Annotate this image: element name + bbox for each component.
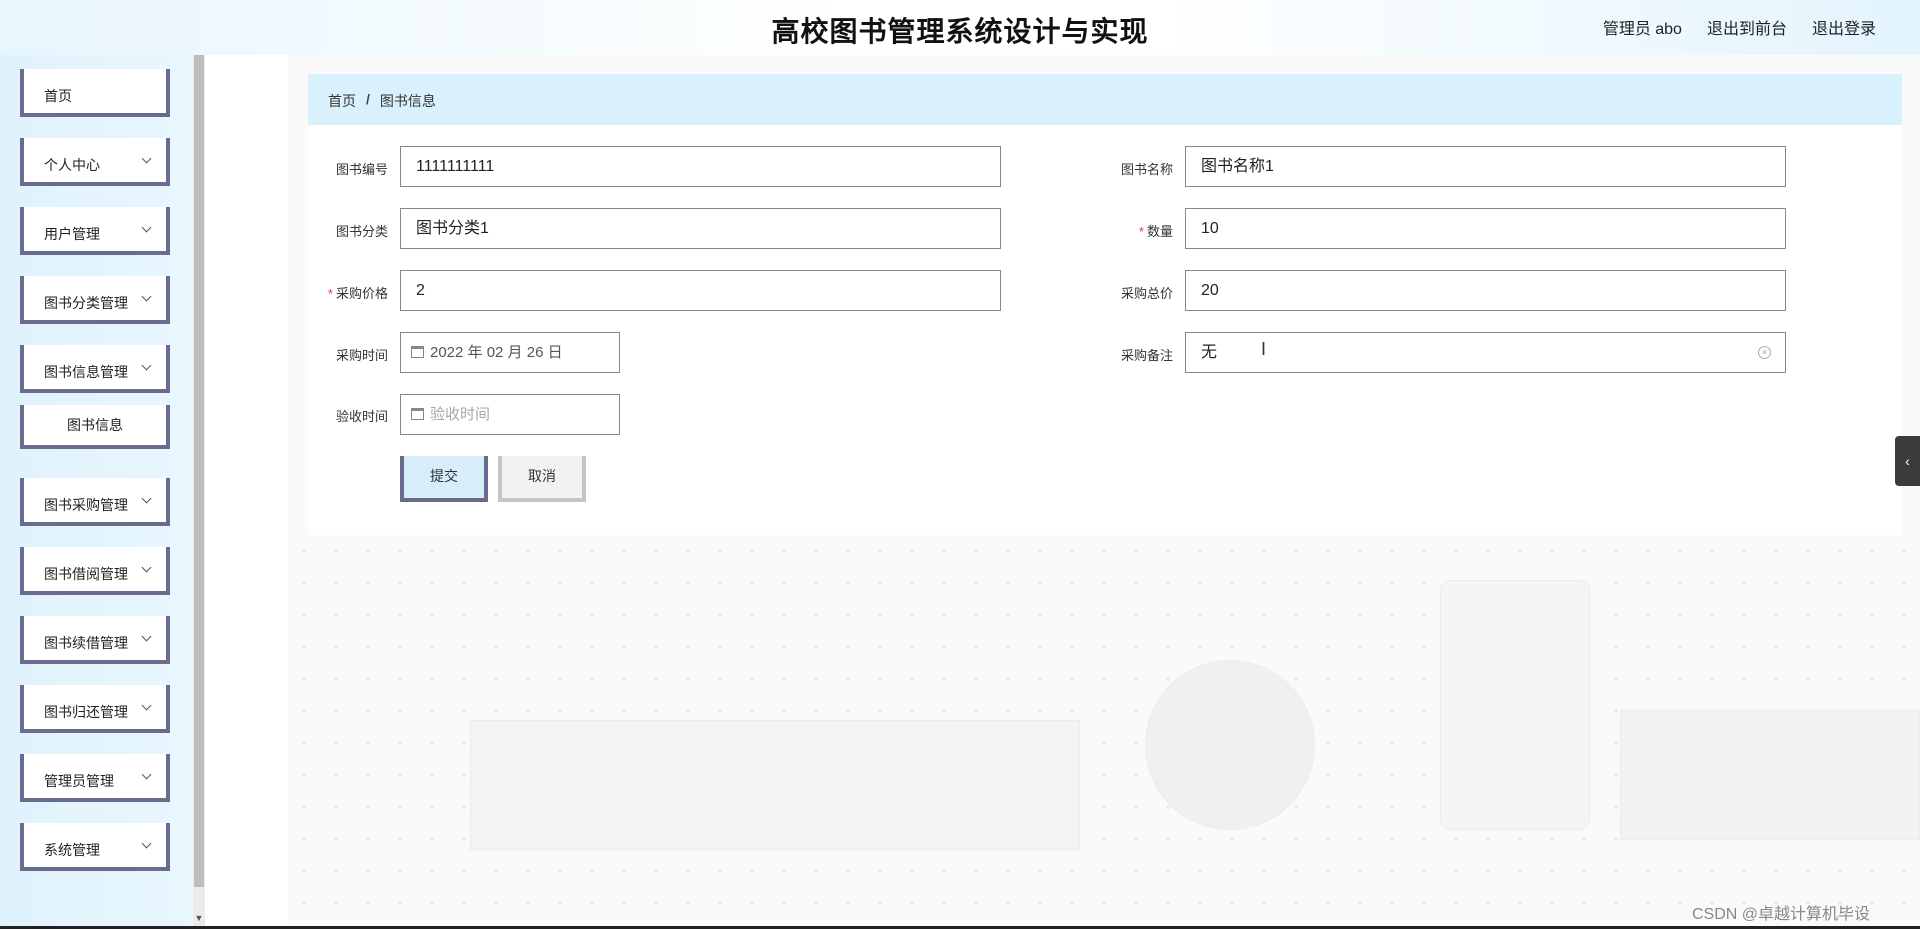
- top-header: 高校图书管理系统设计与实现 管理员 abo 退出到前台 退出登录: [0, 0, 1920, 55]
- sidebar-item-label: 用户管理: [44, 226, 100, 242]
- book-name-input[interactable]: 图书名称1: [1185, 146, 1786, 187]
- cancel-button[interactable]: 取消: [498, 456, 586, 502]
- remark-input[interactable]: 无 ×: [1185, 332, 1786, 373]
- remark-value: 无: [1201, 344, 1218, 361]
- required-mark: *: [1138, 224, 1144, 239]
- quantity-label-text: 数量: [1146, 224, 1173, 239]
- decorative-box-shape: [470, 720, 1080, 850]
- sidebar-item-renew-management[interactable]: 图书续借管理: [20, 616, 170, 664]
- sidebar-item-purchase-management[interactable]: 图书采购管理: [20, 478, 170, 526]
- watermark: CSDN @卓越计算机毕设: [1692, 906, 1871, 923]
- book-name-label: 图书名称: [1120, 162, 1173, 177]
- breadcrumb-home[interactable]: 首页: [328, 91, 356, 111]
- sidebar-item-label: 图书采购管理: [44, 497, 128, 513]
- category-input[interactable]: 图书分类1: [400, 208, 1001, 249]
- price-input[interactable]: 2: [400, 270, 1001, 311]
- purchase-time-picker[interactable]: 2022 年 02 月 26 日: [400, 332, 620, 373]
- sidebar-item-label: 图书分类管理: [44, 295, 128, 311]
- accept-time-label: 验收时间: [335, 409, 388, 424]
- exit-to-front-link[interactable]: 退出到前台: [1707, 15, 1787, 39]
- sidebar-item-label: 首页: [44, 88, 72, 104]
- sidebar-subitem-book-info[interactable]: 图书信息: [20, 405, 170, 449]
- clear-icon[interactable]: ×: [1758, 346, 1771, 359]
- accept-time-picker[interactable]: 验收时间: [400, 394, 620, 435]
- total-label: 采购总价: [1120, 286, 1173, 301]
- chevron-down-icon: [141, 838, 152, 849]
- sidebar-item-label: 图书信息管理: [44, 364, 128, 380]
- sidebar-item-return-management[interactable]: 图书归还管理: [20, 685, 170, 733]
- sidebar-item-label: 个人中心: [44, 157, 100, 173]
- decorative-book-shape: [1620, 710, 1920, 840]
- chevron-down-icon: [141, 562, 152, 573]
- price-label-text: 采购价格: [335, 286, 388, 301]
- sidebar-item-label: 图书借阅管理: [44, 566, 128, 582]
- breadcrumb: 首页 / 图书信息: [308, 74, 1902, 125]
- purchase-time-value: 2022 年 02 月 26 日: [430, 344, 563, 361]
- chevron-down-icon: [141, 700, 152, 711]
- total-input[interactable]: 20: [1185, 270, 1786, 311]
- sidebar-item-category-management[interactable]: 图书分类管理: [20, 276, 170, 324]
- sidebar-item-book-info-management[interactable]: 图书信息管理: [20, 345, 170, 393]
- sidebar-item-personal-center[interactable]: 个人中心: [20, 138, 170, 186]
- chevron-down-icon: [141, 769, 152, 780]
- text-cursor-icon: I: [1261, 339, 1267, 359]
- accept-time-placeholder: 验收时间: [430, 406, 491, 423]
- quantity-input[interactable]: 10: [1185, 208, 1786, 249]
- sidebar-item-system-management[interactable]: 系统管理: [20, 823, 170, 871]
- submit-button[interactable]: 提交: [400, 456, 488, 502]
- sidebar-item-label: 图书归还管理: [44, 704, 128, 720]
- price-label: * 采购价格: [298, 283, 388, 302]
- breadcrumb-current: 图书信息: [379, 93, 436, 109]
- header-nav: 管理员 abo 退出到前台 退出登录: [1603, 15, 1876, 39]
- chevron-down-icon: [141, 291, 152, 302]
- category-label: 图书分类: [335, 224, 388, 239]
- sidebar-item-user-management[interactable]: 用户管理: [20, 207, 170, 255]
- sidebar-item-label: 管理员管理: [44, 773, 114, 789]
- scroll-down-icon[interactable]: ▼: [194, 912, 204, 924]
- chevron-left-icon[interactable]: ‹: [1895, 436, 1920, 486]
- decorative-ring-shape: [1145, 660, 1315, 830]
- book-no-label: 图书编号: [335, 162, 388, 177]
- quantity-label: * 数量: [1083, 221, 1173, 240]
- sidebar-item-home[interactable]: 首页: [20, 69, 170, 117]
- chevron-down-icon: [141, 493, 152, 504]
- current-user: 管理员 abo: [1602, 21, 1682, 38]
- logout-link[interactable]: 退出登录: [1812, 15, 1876, 39]
- sidebar-scrollbar-thumb[interactable]: [194, 55, 204, 887]
- calendar-icon: [411, 346, 424, 358]
- chevron-down-icon: [141, 153, 152, 164]
- book-no-input[interactable]: 1111111111: [400, 146, 1001, 187]
- chevron-down-icon: [141, 631, 152, 642]
- chevron-down-icon: [141, 222, 152, 233]
- chevron-down-icon: [141, 360, 152, 371]
- sidebar-item-borrow-management[interactable]: 图书借阅管理: [20, 547, 170, 595]
- breadcrumb-separator: /: [366, 91, 370, 107]
- decorative-cylinder-shape: [1440, 580, 1590, 830]
- sidebar-item-admin-management[interactable]: 管理员管理: [20, 754, 170, 802]
- sidebar-item-label: 系统管理: [44, 842, 100, 858]
- sidebar: 首页 个人中心 用户管理 图书分类管理 图书信息管理 图书信息 图书采购管理 图…: [0, 55, 205, 929]
- sidebar-item-label: 图书续借管理: [44, 635, 128, 651]
- calendar-icon: [411, 408, 424, 420]
- required-mark: *: [327, 286, 333, 301]
- purchase-time-label: 采购时间: [335, 348, 388, 363]
- remark-label: 采购备注: [1120, 348, 1173, 363]
